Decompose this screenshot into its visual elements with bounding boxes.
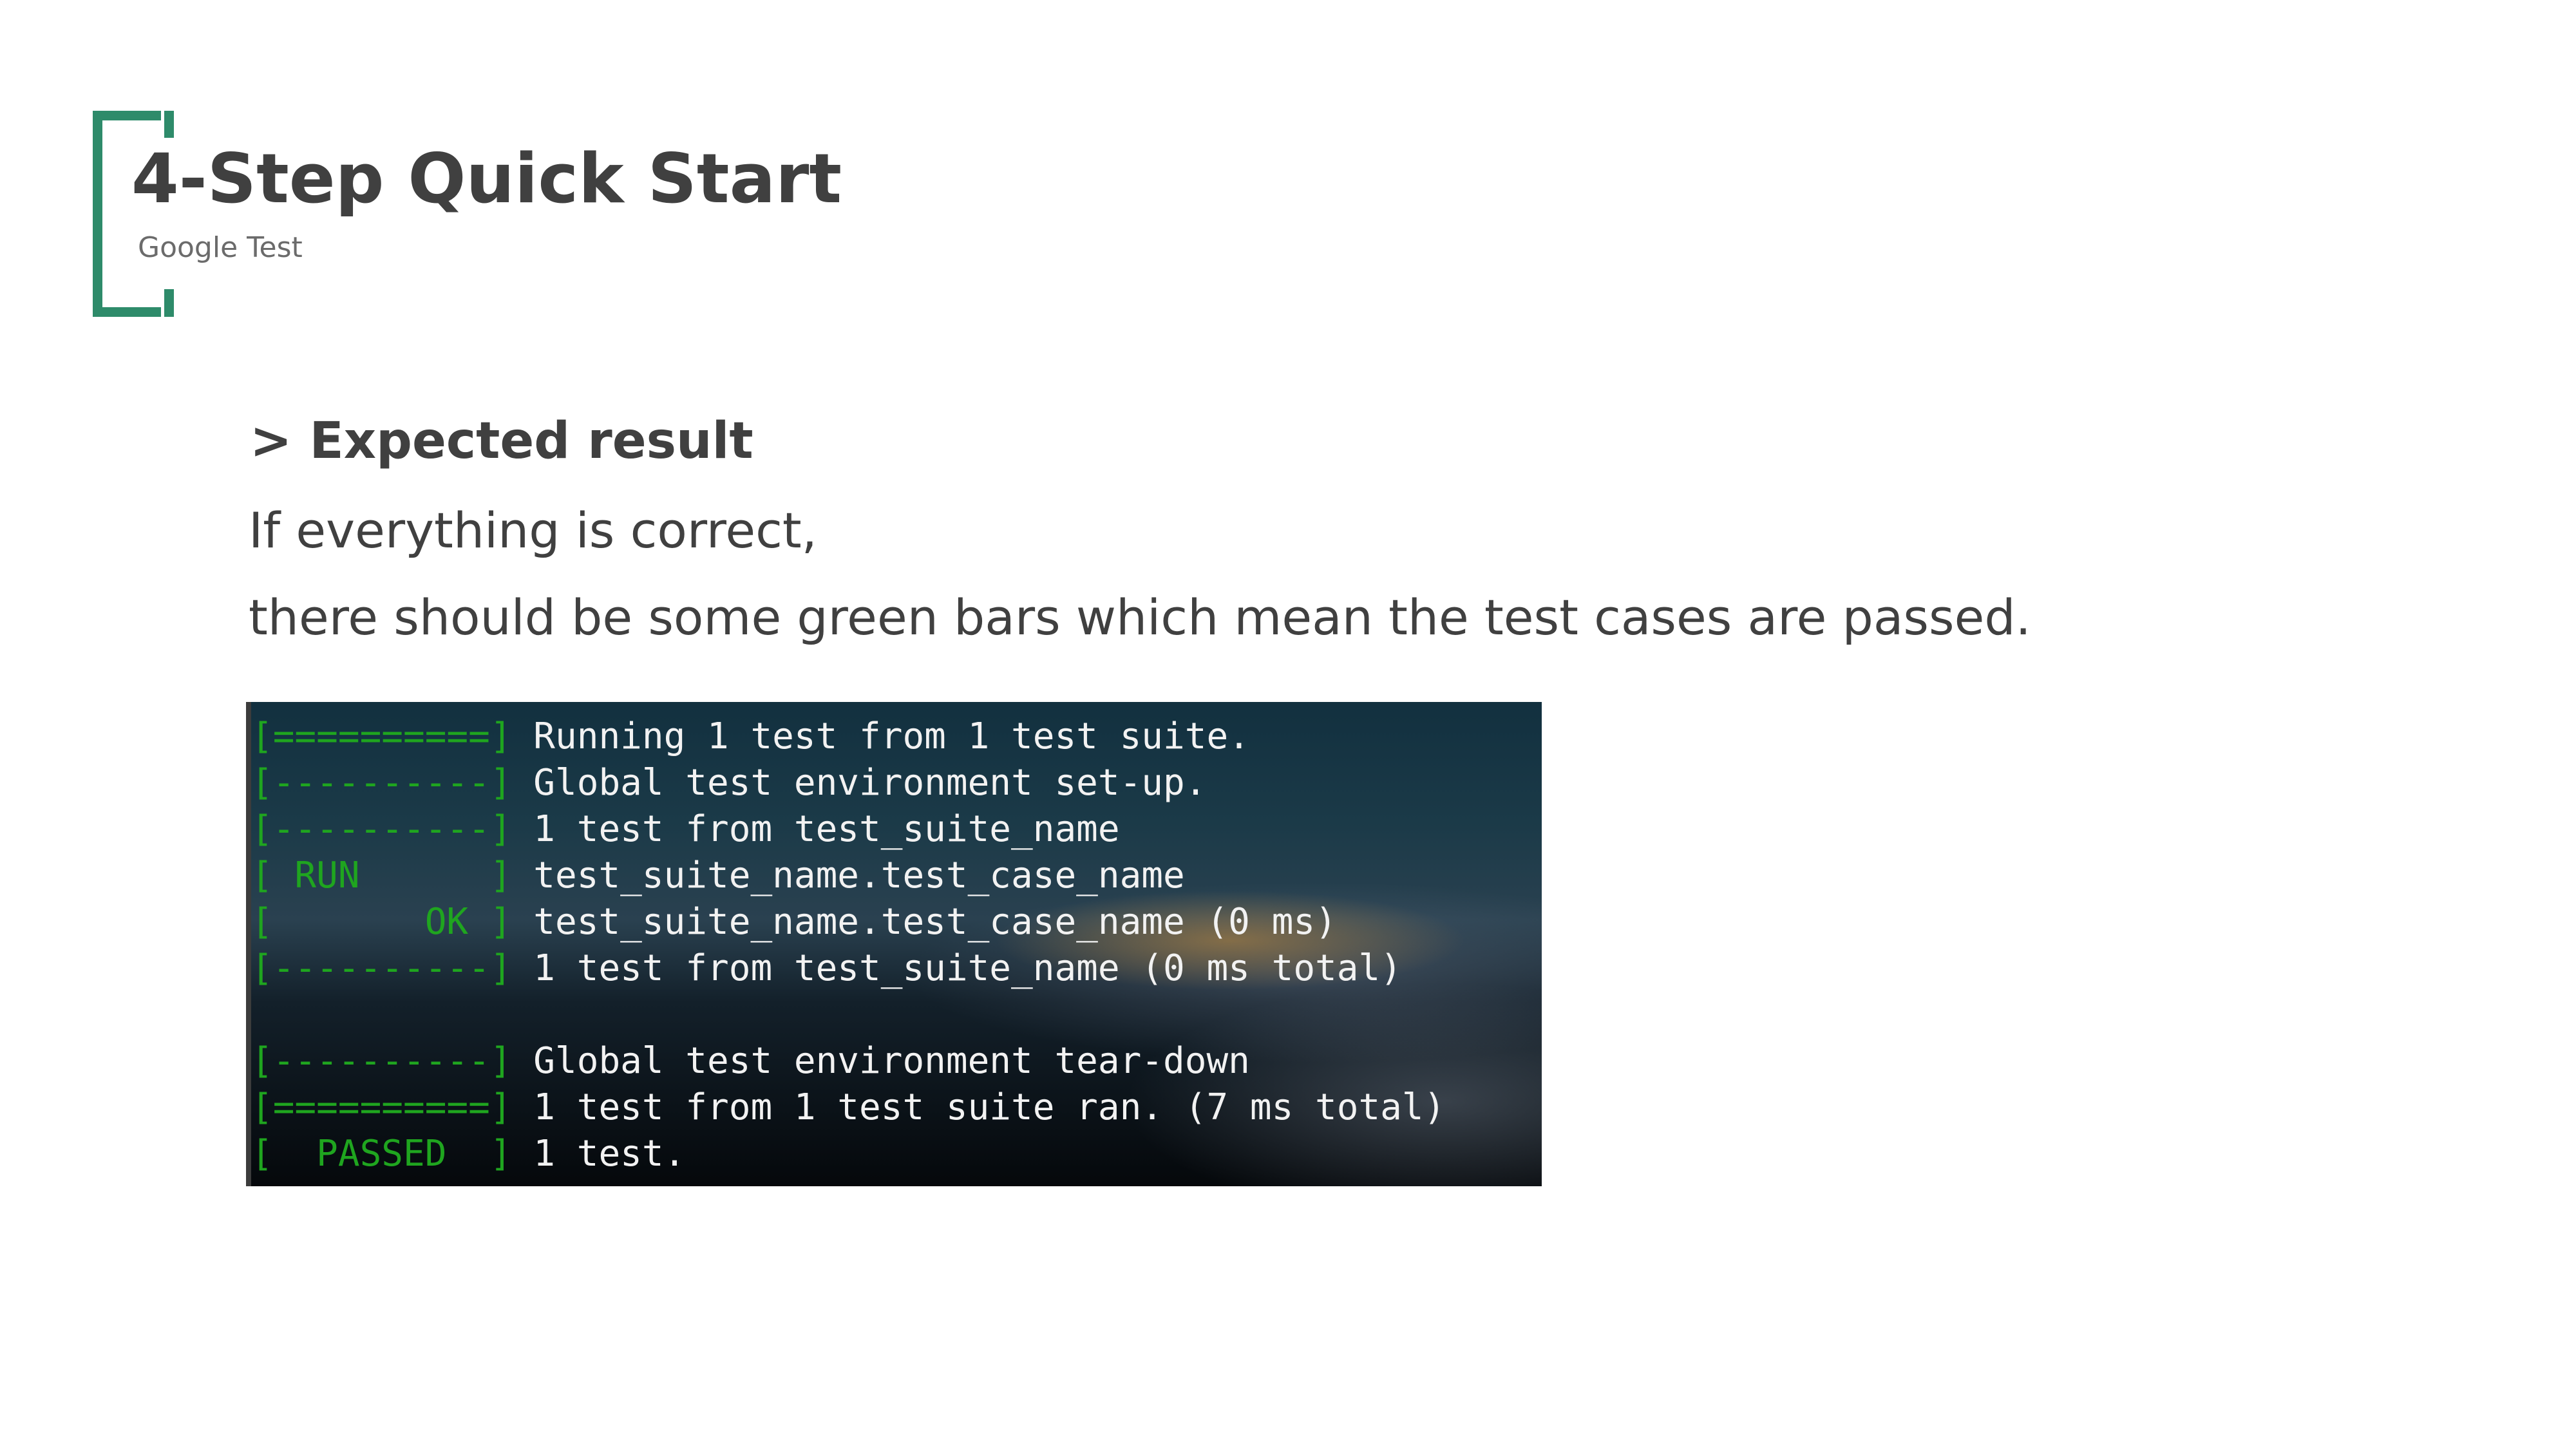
- terminal-message: test_suite_name.test_case_name: [511, 855, 1185, 896]
- terminal-status-tag: [ PASSED ]: [251, 1133, 512, 1175]
- section-heading: > Expected result: [250, 412, 753, 470]
- terminal-status-tag: [ OK ]: [251, 901, 512, 943]
- body-line: If everything is correct,: [249, 502, 817, 559]
- terminal-message: 1 test from test_suite_name: [511, 808, 1120, 850]
- terminal-line: [ OK ] test_suite_name.test_case_name (0…: [251, 899, 1542, 945]
- slide-title: 4-Step Quick Start: [131, 139, 842, 218]
- terminal-status-tag: [==========]: [251, 715, 512, 757]
- terminal-message: Global test environment set-up.: [511, 762, 1207, 804]
- terminal-line: [ PASSED ] 1 test.: [251, 1131, 1542, 1177]
- terminal-line: [==========] 1 test from 1 test suite ra…: [251, 1084, 1542, 1131]
- terminal-message: test_suite_name.test_case_name (0 ms): [511, 901, 1337, 943]
- terminal-line: [----------] 1 test from test_suite_name: [251, 806, 1542, 853]
- terminal-status-tag: [==========]: [251, 1086, 512, 1128]
- terminal-line: [ RUN ] test_suite_name.test_case_name: [251, 853, 1542, 899]
- terminal-message: Running 1 test from 1 test suite.: [511, 715, 1250, 757]
- terminal-output-image: [==========] Running 1 test from 1 test …: [246, 702, 1542, 1186]
- body-line: there should be some green bars which me…: [249, 589, 2031, 646]
- terminal-status-tag: [----------]: [251, 762, 512, 804]
- terminal-line: [----------] 1 test from test_suite_name…: [251, 945, 1542, 992]
- bracket-tab-top: [164, 111, 174, 138]
- terminal-message: Global test environment tear-down: [511, 1040, 1250, 1082]
- terminal-message: 1 test from test_suite_name (0 ms total): [511, 947, 1402, 989]
- slide-subtitle: Google Test: [138, 231, 303, 264]
- terminal-line: [==========] Running 1 test from 1 test …: [251, 714, 1542, 760]
- terminal-status-tag: [----------]: [251, 808, 512, 850]
- terminal-status-tag: [----------]: [251, 947, 512, 989]
- bracket-tab-bottom: [164, 289, 174, 317]
- terminal-message: 1 test.: [511, 1133, 686, 1175]
- terminal-line: [----------] Global test environment set…: [251, 760, 1542, 806]
- terminal-line: [----------] Global test environment tea…: [251, 1038, 1542, 1084]
- terminal-status-tag: [ RUN ]: [251, 855, 512, 896]
- terminal-status-tag: [----------]: [251, 1040, 512, 1082]
- terminal-message: 1 test from 1 test suite ran. (7 ms tota…: [511, 1086, 1446, 1128]
